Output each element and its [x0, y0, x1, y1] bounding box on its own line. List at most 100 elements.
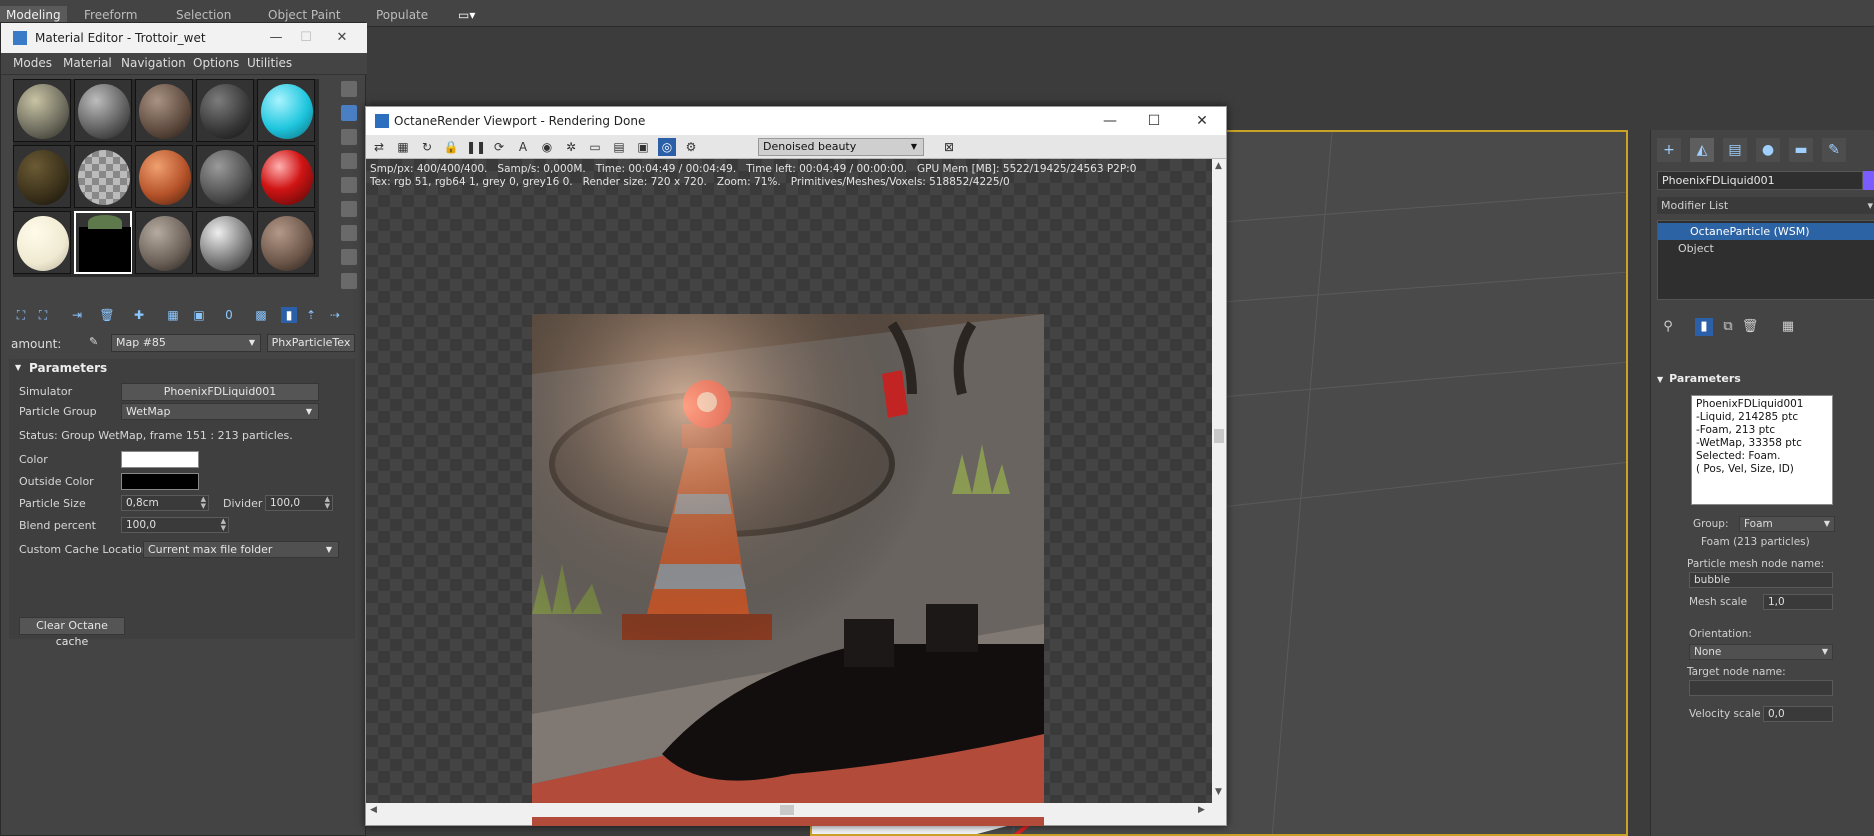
menu-utilities[interactable]: Utilities	[247, 56, 292, 70]
clay-mode-icon[interactable]: ✲	[562, 138, 580, 156]
parameters-rollout[interactable]: ▼ Parameters	[1657, 370, 1874, 388]
get-material-icon[interactable]: ⛶	[13, 307, 29, 323]
particle-info-list[interactable]: PhoenixFDLiquid001 -Liquid, 214285 ptc -…	[1691, 395, 1833, 505]
spinner-arrows-icon[interactable]: ▲ ▼	[325, 496, 330, 510]
settings-gear-icon[interactable]: ⚙	[682, 138, 700, 156]
sample-slot[interactable]	[13, 145, 71, 208]
hierarchy-tab-icon[interactable]: ▤	[1723, 138, 1747, 162]
minimize-button[interactable]: —	[261, 23, 291, 53]
scroll-left-icon[interactable]: ◀	[370, 805, 377, 815]
menu-material[interactable]: Material	[63, 56, 112, 70]
film-region-icon[interactable]: ▤	[610, 138, 628, 156]
close-button[interactable]: ✕	[1180, 107, 1224, 135]
select-by-material-icon[interactable]	[341, 249, 357, 265]
menu-navigation[interactable]: Navigation	[121, 56, 186, 70]
text-info-icon[interactable]: A	[514, 138, 532, 156]
make-unique-icon[interactable]: ▦	[165, 307, 181, 323]
configure-sets-icon[interactable]: ▦	[1779, 318, 1797, 336]
blend-percent-spinner[interactable]: 100,0 ▲ ▼	[121, 517, 229, 533]
maximize-button[interactable]: ☐	[1132, 107, 1176, 135]
menu-modes[interactable]: Modes	[13, 56, 52, 70]
backlight-icon[interactable]	[341, 105, 357, 121]
sample-slot-active[interactable]	[74, 211, 132, 274]
camera-icon[interactable]: ▣	[634, 138, 652, 156]
target-node-input[interactable]	[1689, 680, 1833, 696]
tab-populate[interactable]: Populate	[370, 6, 434, 24]
sample-type-icon[interactable]	[341, 81, 357, 97]
orientation-dropdown[interactable]: None ▼	[1689, 644, 1833, 660]
create-tab-icon[interactable]: +	[1657, 138, 1681, 162]
scroll-down-icon[interactable]: ▼	[1215, 787, 1222, 797]
horizontal-scrollbar[interactable]: ◀ ▶	[366, 803, 1212, 817]
scroll-thumb[interactable]	[1214, 429, 1224, 443]
material-navigator-icon[interactable]	[341, 273, 357, 289]
simulator-pick-button[interactable]: PhoenixFDLiquid001	[121, 383, 319, 401]
particle-size-spinner[interactable]: 0,8cm ▲ ▼	[121, 495, 209, 511]
outside-color-swatch[interactable]	[121, 473, 199, 490]
stack-item-octaneparticle[interactable]: OctaneParticle (WSM)	[1658, 223, 1874, 240]
sample-slot[interactable]	[135, 211, 193, 274]
make-unique-icon[interactable]: ⧉	[1719, 318, 1737, 336]
show-shaded-icon[interactable]: ▩	[253, 307, 269, 323]
sample-slot[interactable]	[257, 211, 315, 274]
assign-material-icon[interactable]: ⇥	[69, 307, 85, 323]
utilities-tab-icon[interactable]: ✎	[1822, 138, 1846, 162]
put-to-library-icon[interactable]: ▣	[191, 307, 207, 323]
show-end-result-icon[interactable]: ▮	[1695, 318, 1713, 336]
go-to-parent-icon[interactable]: ⇡	[303, 307, 319, 323]
restart-render-icon[interactable]: ↻	[418, 138, 436, 156]
sample-slot[interactable]	[13, 79, 71, 142]
sample-slot[interactable]	[196, 145, 254, 208]
scroll-thumb[interactable]	[780, 805, 794, 815]
pause-icon[interactable]: ❚❚	[466, 138, 486, 156]
spinner-arrows-icon[interactable]: ▲ ▼	[201, 496, 206, 510]
reload-scene-icon[interactable]: ▦	[394, 138, 412, 156]
motion-tab-icon[interactable]: ●	[1756, 138, 1780, 162]
options-icon[interactable]	[341, 225, 357, 241]
object-name-field[interactable]: PhoenixFDLiquid001	[1657, 171, 1863, 190]
vertical-scrollbar[interactable]: ▲ ▼	[1212, 159, 1226, 803]
color-picker-icon[interactable]: ◉	[538, 138, 556, 156]
divider-spinner[interactable]: 100,0 ▲ ▼	[265, 495, 333, 511]
cache-location-dropdown[interactable]: Current max file folder ▼	[143, 541, 339, 558]
sample-slot[interactable]	[74, 79, 132, 142]
material-id-icon[interactable]: 0	[221, 307, 237, 323]
parameters-rollout-header[interactable]: ▼ Parameters	[9, 359, 355, 377]
menu-options[interactable]: Options	[193, 56, 239, 70]
sample-slot[interactable]	[135, 145, 193, 208]
clear-octane-cache-button[interactable]: Clear Octane cache	[19, 617, 125, 648]
close-button[interactable]: ✕	[327, 23, 357, 53]
pin-stack-icon[interactable]: ⚲	[1659, 318, 1677, 336]
render-pass-dropdown[interactable]: Denoised beauty ▼	[758, 138, 924, 156]
sample-slot[interactable]	[13, 211, 71, 274]
send-scene-icon[interactable]: ⇄	[370, 138, 388, 156]
remove-modifier-icon[interactable]: 🗑	[1741, 318, 1759, 336]
uv-tiling-icon[interactable]	[341, 153, 357, 169]
object-color-swatch[interactable]	[1863, 171, 1874, 190]
display-tab-icon[interactable]: ▬	[1789, 138, 1813, 162]
particle-group-dropdown[interactable]: WetMap ▼	[121, 403, 319, 420]
group-dropdown[interactable]: Foam ▼	[1739, 516, 1835, 532]
stack-item-object[interactable]: Object	[1658, 240, 1874, 257]
sample-slot[interactable]	[196, 79, 254, 142]
velocity-scale-spinner[interactable]: 0,0	[1763, 706, 1833, 722]
modifier-list-dropdown[interactable]: Modifier List ▾	[1657, 197, 1874, 214]
octane-titlebar[interactable]: OctaneRender Viewport - Rendering Done —…	[366, 107, 1226, 135]
reset-map-icon[interactable]: 🗑	[99, 307, 115, 323]
mesh-scale-spinner[interactable]: 1,0	[1763, 594, 1833, 610]
save-image-icon[interactable]: ⊠	[940, 138, 958, 156]
sample-slot[interactable]	[74, 145, 132, 208]
refresh-icon[interactable]: ⟳	[490, 138, 508, 156]
go-forward-sibling-icon[interactable]: ⇢	[327, 307, 343, 323]
mesh-node-input[interactable]: bubble	[1689, 572, 1833, 588]
make-copy-icon[interactable]: ✚	[131, 307, 147, 323]
sample-slot[interactable]	[257, 79, 315, 142]
show-end-result-icon[interactable]: ▮	[281, 307, 297, 323]
color-swatch[interactable]	[121, 451, 199, 468]
region-render-icon[interactable]: ▭	[586, 138, 604, 156]
map-name-dropdown[interactable]: Map #85 ▼	[111, 334, 261, 352]
scroll-right-icon[interactable]: ▶	[1198, 805, 1205, 815]
video-color-check-icon[interactable]	[341, 177, 357, 193]
make-preview-icon[interactable]	[341, 201, 357, 217]
put-to-scene-icon[interactable]: ⛶	[35, 307, 51, 323]
